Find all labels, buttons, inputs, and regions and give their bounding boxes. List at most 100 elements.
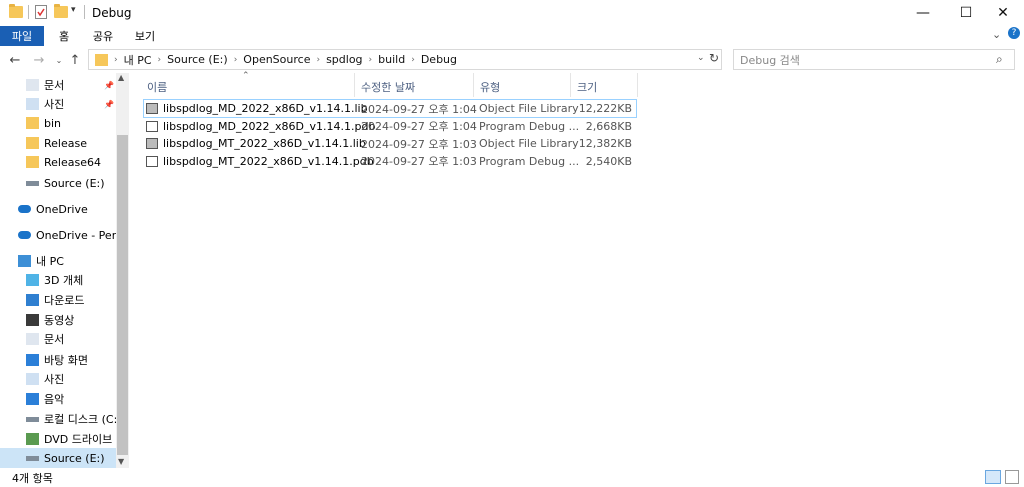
address-bar[interactable]: › 내 PC › Source (E:) › OpenSource › spdl… (88, 49, 722, 70)
sidebar-item[interactable]: 다운로드 (0, 290, 116, 310)
sidebar-item-label: OneDrive - Personal (36, 228, 116, 242)
download-icon (26, 294, 39, 306)
breadcrumb-source[interactable]: Source (E:) (167, 53, 228, 66)
up-button[interactable]: ↑ (66, 51, 84, 69)
help-icon[interactable]: ? (1008, 27, 1020, 39)
sidebar-item[interactable]: 문서 📌 (0, 75, 116, 95)
pin-icon: 📌 (104, 80, 114, 90)
sidebar-item-label: Release (44, 136, 87, 150)
sidebar-item[interactable]: 사진 📌 (0, 94, 116, 114)
forward-button[interactable]: → (30, 51, 48, 69)
cell-type: Program Debug ... (479, 154, 580, 168)
tab-file[interactable]: 파일 (0, 26, 44, 46)
sidebar-item[interactable]: 사진 (0, 369, 116, 389)
cell-name: libspdlog_MT_2022_x86D_v1.14.1.lib (163, 137, 366, 150)
sidebar-item[interactable]: bin (0, 113, 116, 133)
scroll-up-icon[interactable]: ▲ (118, 73, 124, 82)
chevron-right-icon[interactable]: › (158, 55, 162, 65)
sidebar-item[interactable]: OneDrive (0, 199, 116, 219)
table-row[interactable]: libspdlog_MT_2022_x86D_v1.14.1.pdb 2024-0… (144, 153, 636, 170)
sidebar-item-label: 문서 (44, 333, 65, 346)
cell-type: Program Debug ... (479, 119, 580, 133)
column-divider[interactable] (570, 73, 571, 97)
sidebar-item-label: 3D 개체 (44, 274, 84, 287)
music-icon (26, 393, 39, 405)
window-title: Debug (92, 6, 132, 20)
document-icon (26, 333, 39, 345)
cloud-icon (18, 205, 31, 213)
tab-share[interactable]: 공유 (88, 26, 118, 46)
column-header-name[interactable]: 이름 (147, 77, 167, 97)
properties-icon[interactable] (35, 5, 47, 19)
scroll-thumb[interactable] (117, 135, 128, 455)
column-divider[interactable] (637, 73, 638, 97)
cell-type: Object File Library (479, 137, 579, 150)
back-button[interactable]: ← (6, 51, 24, 69)
table-row[interactable]: libspdlog_MD_2022_x86D_v1.14.1.pdb 2024-0… (144, 118, 636, 135)
cell-size: 12,382KB (578, 137, 632, 150)
scroll-down-icon[interactable]: ▼ (118, 457, 124, 466)
pin-icon: 📌 (104, 99, 114, 109)
sidebar-item-label: 음악 (44, 393, 65, 406)
expand-ribbon-icon[interactable]: ⌄ (992, 28, 1001, 41)
search-placeholder: Debug 검색 (740, 53, 800, 67)
sidebar-item-label: 사진 (44, 98, 65, 111)
chevron-right-icon[interactable]: › (411, 55, 415, 65)
column-divider[interactable] (354, 73, 355, 97)
breadcrumb-pc[interactable]: 내 PC (124, 52, 152, 68)
table-row[interactable]: libspdlog_MD_2022_x86D_v1.14.1.lib 2024-0… (143, 99, 637, 118)
sidebar-item[interactable]: OneDrive - Personal (0, 225, 116, 245)
breadcrumb-spdlog[interactable]: spdlog (326, 53, 362, 66)
close-button[interactable]: ✕ (980, 0, 1024, 26)
column-header-date[interactable]: 수정한 날짜 (361, 77, 415, 97)
cell-name: libspdlog_MD_2022_x86D_v1.14.1.lib (163, 102, 368, 115)
chevron-right-icon[interactable]: › (316, 55, 320, 65)
column-header-type[interactable]: 유형 (480, 77, 500, 97)
document-icon (26, 79, 39, 91)
sidebar-item[interactable]: 음악 (0, 389, 116, 409)
large-icons-view-icon[interactable] (1005, 470, 1019, 484)
details-view-icon[interactable] (985, 470, 1001, 484)
breadcrumb-build[interactable]: build (378, 53, 405, 66)
chevron-right-icon[interactable]: › (234, 55, 238, 65)
sidebar-item-label: 다운로드 (44, 294, 85, 307)
minimize-button[interactable]: — (900, 0, 946, 26)
cell-size: 2,540KB (585, 154, 632, 168)
address-history-icon[interactable]: ⌄ (697, 53, 705, 63)
pdb-file-icon (146, 120, 158, 132)
column-header-size[interactable]: 크기 (577, 77, 597, 97)
sidebar-item[interactable]: 내 PC (0, 251, 116, 271)
breadcrumb-opensource[interactable]: OpenSource (243, 53, 310, 66)
pdb-file-icon (146, 155, 158, 167)
status-bar: 4개 항목 (0, 468, 1024, 487)
drive-icon (26, 416, 39, 422)
sidebar-item[interactable]: Source (E:) (0, 173, 116, 193)
sidebar-item-label: DVD 드라이브 ( (44, 433, 116, 446)
chevron-right-icon[interactable]: › (114, 55, 118, 65)
column-divider[interactable] (473, 73, 474, 97)
new-folder-icon[interactable] (54, 4, 68, 18)
sidebar-scrollbar[interactable]: ▲ ▼ (116, 73, 129, 468)
customize-toolbar-icon[interactable]: ▾ (71, 5, 76, 15)
lib-file-icon (146, 103, 158, 114)
search-input[interactable]: Debug 검색 ⌕ (733, 49, 1015, 70)
breadcrumb-debug[interactable]: Debug (421, 53, 457, 66)
sidebar-item-label: 로컬 디스크 (C:) (44, 413, 116, 426)
table-row[interactable]: libspdlog_MT_2022_x86D_v1.14.1.lib 2024-0… (144, 135, 636, 152)
sidebar-item[interactable]: 동영상 (0, 310, 116, 330)
sidebar-item[interactable]: Release64 (0, 152, 116, 172)
sidebar-item[interactable]: Release (0, 133, 116, 153)
sidebar-item[interactable]: 바탕 화면 (0, 350, 116, 370)
sidebar-item[interactable]: 로컬 디스크 (C:) (0, 409, 116, 429)
search-icon[interactable]: ⌕ (996, 52, 1003, 67)
sidebar-item[interactable]: Source (E:) (0, 448, 116, 468)
sidebar-item[interactable]: 문서 (0, 329, 116, 349)
sidebar-item[interactable]: 3D 개체 (0, 270, 116, 290)
tab-view[interactable]: 보기 (130, 26, 160, 46)
refresh-icon[interactable]: ↻ (709, 51, 719, 65)
sidebar-item[interactable]: DVD 드라이브 ( (0, 429, 116, 449)
chevron-right-icon[interactable]: › (369, 55, 373, 65)
title-bar: ▾ Debug — ☐ ✕ (0, 0, 1024, 26)
tab-home[interactable]: 홈 (52, 26, 76, 46)
cloud-icon (18, 231, 31, 239)
